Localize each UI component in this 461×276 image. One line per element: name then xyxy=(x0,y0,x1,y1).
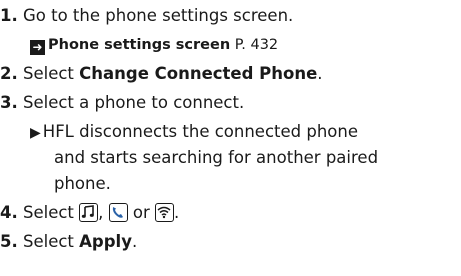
step-text-suffix: . xyxy=(317,64,323,83)
phone-handset-icon xyxy=(108,203,128,222)
result-note-line-1: ▶ HFL disconnects the connected phone xyxy=(30,122,358,143)
step-number: 2. xyxy=(0,64,18,83)
step-number: 1. xyxy=(0,6,18,25)
wifi-icon xyxy=(155,203,175,222)
arrow-right-icon: ➜ xyxy=(30,40,45,55)
separator: , xyxy=(98,203,109,222)
separator: or xyxy=(127,203,156,222)
step-number: 3. xyxy=(0,93,18,112)
step-number: 4. xyxy=(0,203,18,222)
apply-label: Apply xyxy=(79,232,132,251)
result-note-line-3: phone. xyxy=(54,174,111,193)
reference-page: P. 432 xyxy=(230,37,279,53)
step-text-suffix: . xyxy=(174,203,180,222)
step-text-prefix: Select xyxy=(23,232,80,251)
change-connected-phone-label: Change Connected Phone xyxy=(79,64,318,83)
result-note-line-2: and starts searching for another paired xyxy=(54,148,379,167)
step-text-prefix: Select xyxy=(23,203,80,222)
step-5: 5. Select Apply. xyxy=(0,232,137,252)
triangle-bullet-icon: ▶ xyxy=(30,125,41,141)
reference-title[interactable]: Phone settings screen xyxy=(48,37,230,53)
step-1: 1. Go to the phone settings screen. xyxy=(0,6,293,26)
step-3: 3. Select a phone to connect. xyxy=(0,93,244,113)
step-text: Select a phone to connect. xyxy=(23,93,245,112)
step-2: 2. Select Change Connected Phone. xyxy=(0,64,323,84)
step-text-suffix: . xyxy=(131,232,138,251)
step-text-prefix: Select xyxy=(23,64,80,83)
music-note-icon xyxy=(79,203,99,222)
step-number: 5. xyxy=(0,232,18,251)
note-text: HFL disconnects the connected phone xyxy=(42,122,358,141)
cross-reference[interactable]: ➜ Phone settings screen P. 432 xyxy=(30,35,278,55)
step-text: Go to the phone settings screen. xyxy=(23,6,294,25)
step-4: 4. Select , or . xyxy=(0,203,179,223)
